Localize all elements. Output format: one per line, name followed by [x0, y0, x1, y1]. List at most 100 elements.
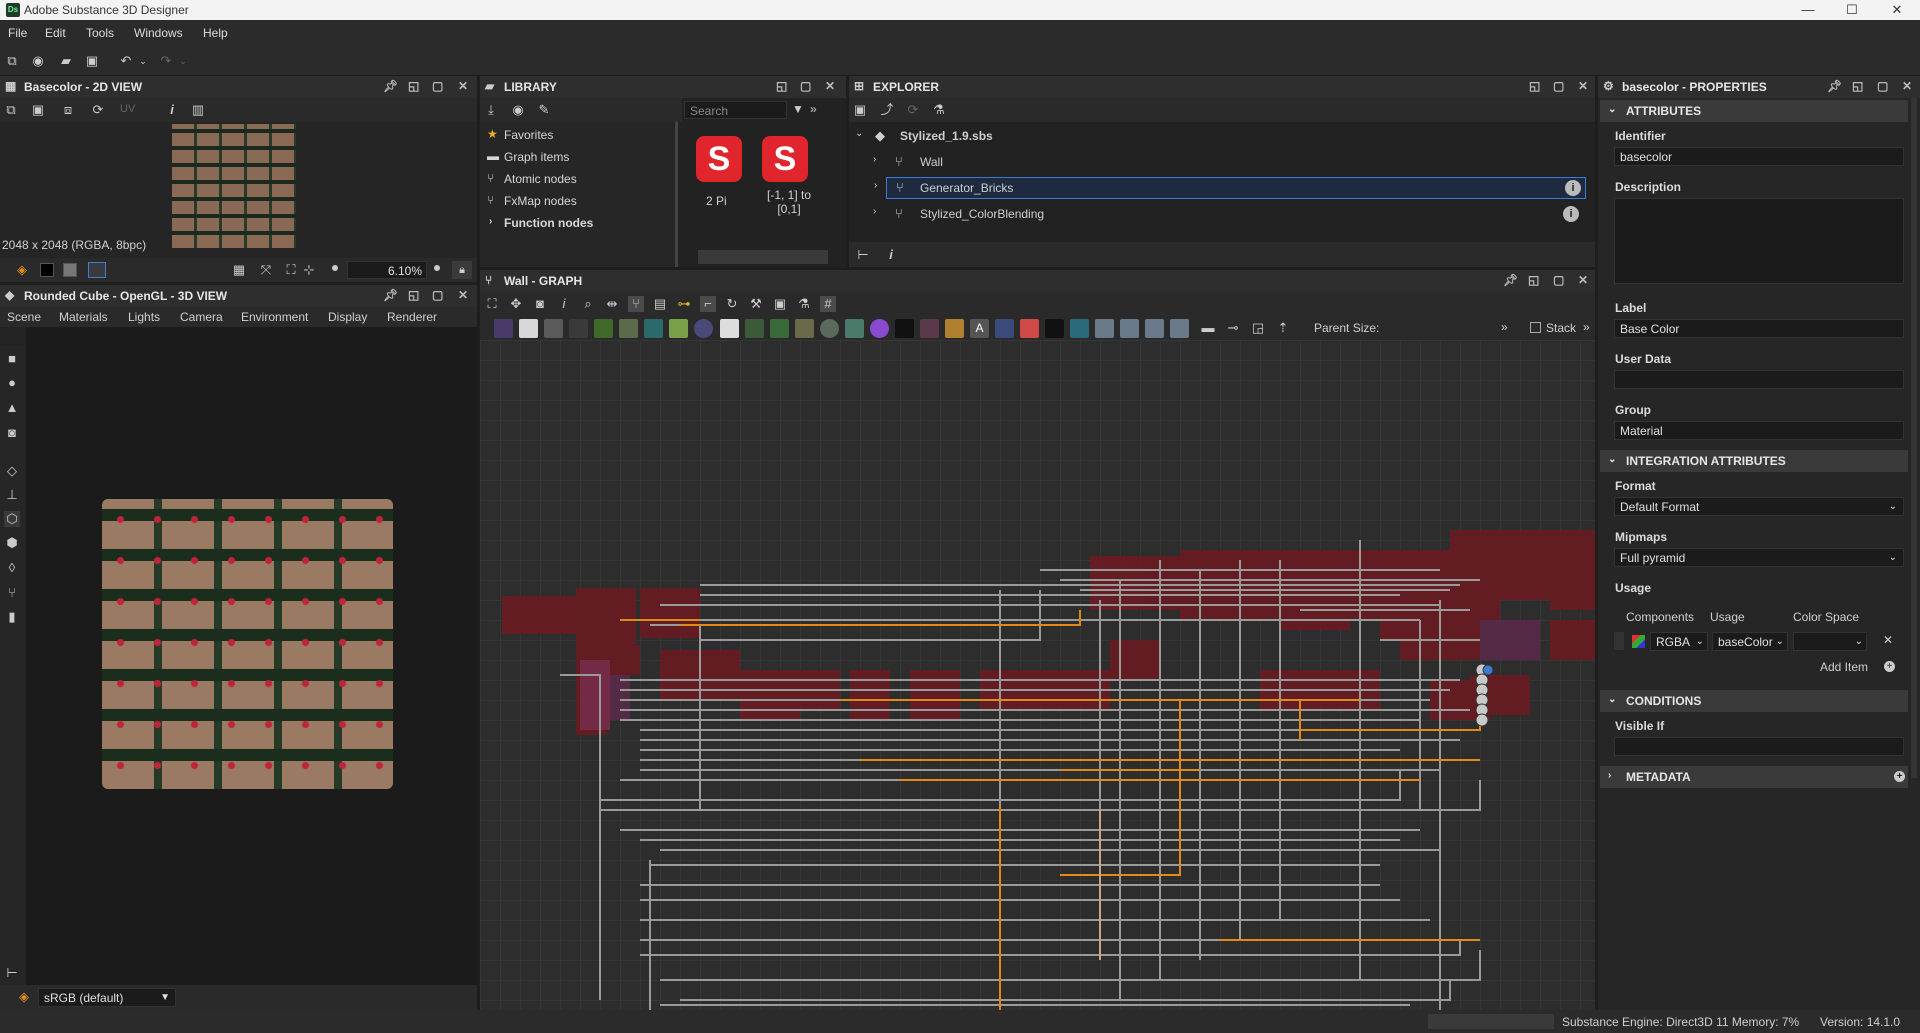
color-map-icon[interactable]: [870, 319, 889, 338]
library-item-fxmap-nodes[interactable]: ⑂ FxMap nodes: [480, 192, 678, 210]
tree-item-generator-bricks[interactable]: › ⑂ Generator_Bricks i: [874, 177, 1586, 199]
expand-more-icon[interactable]: »: [810, 102, 817, 116]
hsl-icon[interactable]: [694, 319, 713, 338]
globe-icon[interactable]: ◉: [510, 102, 526, 118]
curvature-icon[interactable]: [1120, 319, 1139, 338]
undo-icon[interactable]: ↶: [118, 53, 134, 69]
plane-icon[interactable]: ◊: [4, 560, 20, 576]
float-panel-icon[interactable]: ◱: [1529, 79, 1540, 93]
transform-node-icon[interactable]: [795, 319, 814, 338]
stack-checkbox[interactable]: [1530, 322, 1541, 333]
new-package-icon[interactable]: ◉: [30, 53, 46, 69]
link-icon[interactable]: ⊶: [676, 296, 692, 312]
info-icon[interactable]: i: [1565, 180, 1581, 196]
colorspace-select[interactable]: sRGB (default) ▼: [38, 988, 176, 1007]
maximize-button[interactable]: ☐: [1829, 0, 1875, 20]
menu-file[interactable]: File: [8, 26, 27, 40]
lock-icon[interactable]: 🔒︎: [452, 261, 472, 279]
new-graph-icon[interactable]: ⧉: [4, 53, 20, 69]
float-panel-icon[interactable]: ◱: [1852, 79, 1863, 93]
publish-icon[interactable]: ⤴: [879, 102, 895, 118]
section-metadata[interactable]: › METADATA +: [1600, 766, 1908, 788]
tab-materials[interactable]: Materials: [59, 310, 108, 324]
tools-icon[interactable]: ⚒: [748, 296, 764, 312]
channels-icon[interactable]: ◈: [14, 262, 30, 278]
reload-icon[interactable]: ⟳: [905, 102, 921, 118]
hierarchy-icon[interactable]: ⊢: [4, 965, 20, 981]
save-icon[interactable]: ▣: [84, 53, 100, 69]
text-node-icon[interactable]: A: [970, 319, 989, 338]
save-image-icon[interactable]: ▣: [30, 102, 46, 118]
tree-item-wall[interactable]: › ⑂ Wall: [849, 152, 1595, 172]
row-handle[interactable]: [1614, 632, 1624, 650]
info-icon[interactable]: i: [1563, 206, 1579, 222]
fxmap-node-icon[interactable]: [995, 319, 1014, 338]
pan-icon[interactable]: ✥: [508, 296, 524, 312]
warning-icon[interactable]: [945, 319, 964, 338]
cycle-icon[interactable]: ↻: [724, 296, 740, 312]
section-integration-attributes[interactable]: ⌄ INTEGRATION ATTRIBUTES: [1600, 450, 1908, 472]
comment-icon[interactable]: ▬: [1200, 320, 1216, 336]
cylinder-icon[interactable]: ⬢: [4, 535, 20, 551]
tree-item-color-blending[interactable]: › ⑂ Stylized_ColorBlending i: [849, 204, 1595, 224]
gradient-icon[interactable]: [669, 319, 688, 338]
zoom-in-dot-icon[interactable]: [434, 265, 440, 271]
uv-toggle[interactable]: UV: [120, 103, 135, 115]
menu-windows[interactable]: Windows: [134, 26, 183, 40]
camera-icon[interactable]: ■: [4, 351, 20, 367]
library-item-graph-items[interactable]: ▬ Graph items: [480, 148, 678, 166]
components-select[interactable]: RGBA ⌄: [1650, 632, 1708, 651]
usage-select[interactable]: baseColor ⌄: [1712, 632, 1788, 651]
save-icon[interactable]: ▣: [852, 102, 868, 118]
properties-scrollbar[interactable]: [1911, 98, 1917, 778]
snapshot-icon[interactable]: ◙: [532, 296, 548, 312]
ao-icon[interactable]: [1095, 319, 1114, 338]
tab-scene[interactable]: Scene: [7, 310, 41, 324]
section-attributes[interactable]: ⌄ ATTRIBUTES: [1600, 100, 1908, 122]
height-icon[interactable]: [1145, 319, 1164, 338]
tab-lights[interactable]: Lights: [128, 310, 160, 324]
tile-icon[interactable]: [720, 319, 739, 338]
close-panel-icon[interactable]: ✕: [1902, 79, 1912, 93]
library-search-input[interactable]: Search: [684, 101, 787, 119]
redo-icon[interactable]: ↷: [158, 53, 174, 69]
3d-viewport[interactable]: [26, 327, 477, 985]
close-window-button[interactable]: ✕: [1874, 0, 1920, 20]
add-item-button[interactable]: Add Item: [1820, 660, 1868, 674]
normal-icon[interactable]: [1070, 319, 1089, 338]
frame-node-icon[interactable]: ◲: [1250, 320, 1266, 336]
tab-environment[interactable]: Environment: [241, 310, 308, 324]
pin-icon[interactable]: 📌︎: [1827, 79, 1842, 93]
zoom-out-dot-icon[interactable]: [332, 265, 338, 271]
curve-icon[interactable]: [594, 319, 613, 338]
info-icon[interactable]: i: [164, 102, 180, 118]
add-icon[interactable]: +: [1894, 771, 1905, 782]
align-icon[interactable]: ⇹: [604, 296, 620, 312]
tab-renderer[interactable]: Renderer: [387, 310, 437, 324]
expand-more-icon[interactable]: »: [1583, 320, 1590, 334]
float-panel-icon[interactable]: ◱: [1528, 273, 1539, 287]
userdata-input[interactable]: [1614, 370, 1904, 389]
preview-icon[interactable]: ▣: [772, 296, 788, 312]
thumbnail-icon[interactable]: ▤: [652, 296, 668, 312]
import-icon[interactable]: ⤓: [483, 102, 499, 118]
format-select[interactable]: Default Format ⌄: [1614, 497, 1904, 516]
histogram-icon[interactable]: ▥: [190, 102, 206, 118]
copy-icon[interactable]: ⧉: [3, 102, 19, 118]
colorspace-select[interactable]: ⌄: [1793, 632, 1867, 651]
tab-display[interactable]: Display: [328, 310, 367, 324]
blur-icon[interactable]: [820, 319, 839, 338]
remove-item-icon[interactable]: ✕: [1883, 633, 1893, 647]
tree-item-package[interactable]: ⌄ ◆ Stylized_1.9.sbs: [849, 126, 1595, 146]
maximize-panel-icon[interactable]: ▢: [432, 288, 443, 302]
fill-icon[interactable]: [1020, 319, 1039, 338]
minimize-button[interactable]: —: [1785, 0, 1831, 20]
menu-edit[interactable]: Edit: [45, 26, 66, 40]
maximize-panel-icon[interactable]: ▢: [432, 79, 443, 93]
expand-more-icon[interactable]: »: [1501, 320, 1508, 334]
cube-mesh-icon[interactable]: ⬡: [4, 511, 20, 527]
fit-icon[interactable]: ⛶: [283, 262, 299, 278]
hierarchy-icon[interactable]: ⊢: [855, 247, 871, 263]
info-icon[interactable]: i: [556, 296, 572, 312]
dot-node-icon[interactable]: ⊸: [1225, 320, 1241, 336]
